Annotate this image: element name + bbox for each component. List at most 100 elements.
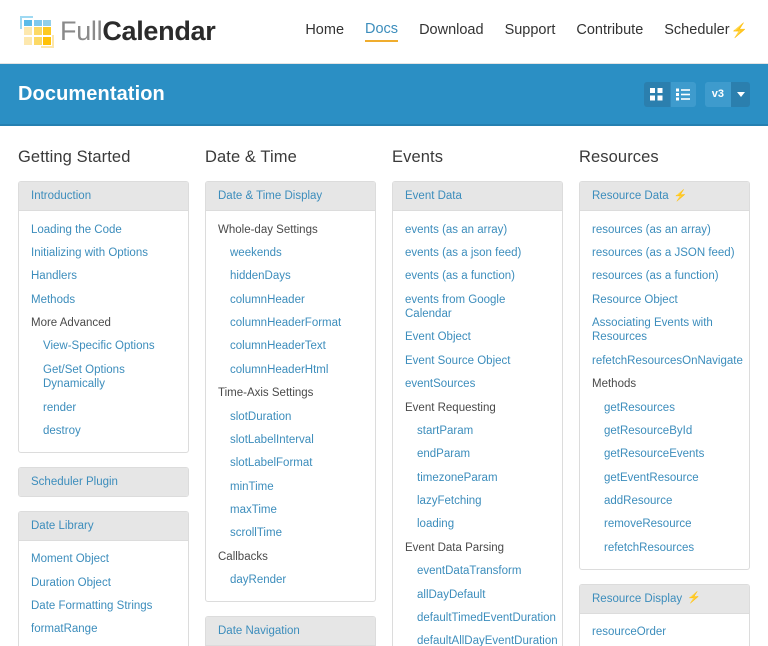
panel-item-link[interactable]: events (as an array)	[393, 218, 562, 241]
panel-item-link[interactable]: loading	[393, 513, 562, 536]
doc-panel: Scheduler Plugin	[18, 466, 189, 497]
panel-item-link[interactable]: columnHeaderHtml	[206, 358, 375, 381]
panel-body: Whole-day Settings weekends hiddenDays colu…	[206, 211, 375, 601]
panel-item-link[interactable]: Event Source Object	[393, 349, 562, 372]
panel-item-link[interactable]: Date Formatting Strings	[19, 595, 188, 618]
panel-header[interactable]: Resource Display ⚡	[580, 584, 749, 614]
lightning-bolt-icon: ⚡	[673, 189, 688, 202]
panel-item-link[interactable]: resources (as a JSON feed)	[580, 241, 749, 264]
panel-item-link[interactable]: scrollTime	[206, 522, 375, 545]
panel-item-link[interactable]: View-Specific Options	[19, 335, 188, 358]
panel-item-link[interactable]: Get/Set Options Dynamically	[19, 358, 188, 396]
panel-item-link[interactable]: refetchResourcesOnNavigate	[580, 349, 749, 372]
panel-header[interactable]: Scheduler Plugin	[19, 467, 188, 496]
doc-column: Resources Resource Data ⚡ resources (as an …	[579, 148, 750, 646]
panel-item-link[interactable]: addResource	[580, 490, 749, 513]
nav-item-contribute[interactable]: Contribute	[576, 22, 643, 41]
panel-item-link[interactable]: Moment Object	[19, 548, 188, 571]
column-heading: Date & Time	[205, 148, 297, 166]
list-view-icon[interactable]	[669, 81, 696, 107]
panel-item-link[interactable]: slotDuration	[206, 405, 375, 428]
nav-item-support[interactable]: Support	[505, 22, 556, 41]
panel-item-link[interactable]: timezoneParam	[393, 466, 562, 489]
panel-item-link[interactable]: formatRange	[19, 618, 188, 641]
panel-item-group-label: Callbacks	[218, 550, 268, 563]
panel-item-link[interactable]: getResourceById	[580, 419, 749, 442]
panel-item-link[interactable]: lazyFetching	[393, 490, 562, 513]
panel-item-link[interactable]: resources (as an array)	[580, 218, 749, 241]
brand-logo-link[interactable]: FullCalendar	[18, 15, 216, 49]
panel-item-link[interactable]: getResourceEvents	[580, 443, 749, 466]
panel-item-link[interactable]: defaultAllDayEventDuration	[393, 630, 562, 646]
panel-item-link[interactable]: columnHeader	[206, 288, 375, 311]
panel-item-link[interactable]: events (as a json feed)	[393, 241, 562, 264]
panel-item-group-label: Whole-day Settings	[218, 223, 318, 236]
primary-nav-links: Home Docs Download Support Contribute Sc…	[305, 21, 750, 42]
panel-header[interactable]: Event Data	[393, 182, 562, 211]
version-selector: v3	[704, 81, 750, 107]
panel-item-link[interactable]: Event Object	[393, 326, 562, 349]
panel-item-link[interactable]: slotLabelInterval	[206, 428, 375, 451]
panel-item-link[interactable]: columnHeaderFormat	[206, 312, 375, 335]
panel-item-link[interactable]: resourceOrder	[580, 621, 749, 644]
panel-item-group-label: Event Requesting	[405, 401, 496, 414]
logo-grid	[24, 19, 51, 45]
doc-column: Getting Started Introduction Loading the C…	[18, 148, 189, 646]
panel-header[interactable]: Resource Data ⚡	[580, 182, 749, 211]
panel-item-link[interactable]: weekends	[206, 241, 375, 264]
panel-item-link[interactable]: events from Google Calendar	[393, 288, 562, 326]
panel-item-link[interactable]: Loading the Code	[19, 218, 188, 241]
panel-item-link[interactable]: render	[19, 396, 188, 419]
lightning-bolt-icon: ⚡	[730, 22, 748, 38]
chevron-down-icon	[736, 91, 745, 97]
panel-item-link[interactable]: resources (as a function)	[580, 265, 749, 288]
page-banner: Documentation v3	[0, 64, 768, 126]
version-label-button[interactable]: v3	[704, 81, 731, 107]
view-mode-button-group	[643, 81, 696, 107]
panel-item-link[interactable]: hiddenDays	[206, 265, 375, 288]
panel-item-link[interactable]: Initializing with Options	[19, 241, 188, 264]
panel-item-link[interactable]: destroy	[19, 419, 188, 442]
grid-view-icon[interactable]	[643, 81, 670, 107]
panel-header[interactable]: Date Navigation	[206, 617, 375, 646]
nav-item-download[interactable]: Download	[419, 22, 484, 41]
panel-item-link[interactable]: allDayDefault	[393, 583, 562, 606]
panel-item-link[interactable]: Handlers	[19, 265, 188, 288]
panel-item-link[interactable]: slotLabelFormat	[206, 452, 375, 475]
brand-name-bold: Calendar	[102, 16, 216, 46]
nav-item-home[interactable]: Home	[305, 22, 344, 41]
panel-header[interactable]: Introduction	[19, 182, 188, 211]
version-dropdown-button[interactable]	[731, 81, 750, 107]
panel-title: Event Data	[405, 190, 462, 202]
panel-title: Date Library	[31, 519, 94, 532]
panel-body: resources (as an array) resources (as a J…	[580, 211, 749, 569]
panel-header[interactable]: Date Library	[19, 511, 188, 541]
panel-item-link[interactable]: getEventResource	[580, 466, 749, 489]
panel-header[interactable]: Date & Time Display	[206, 182, 375, 211]
panel-title: Date Navigation	[218, 625, 300, 637]
panel-item-link[interactable]: Duration Object	[19, 571, 188, 594]
brand-name-light: Full	[60, 16, 103, 46]
panel-item-link[interactable]: dayRender	[206, 569, 375, 592]
panel-title: Date & Time Display	[218, 190, 323, 202]
panel-item-link[interactable]: Associating Events with Resources	[580, 312, 749, 350]
panel-item-link[interactable]: defaultTimedEventDuration	[393, 606, 562, 629]
panel-item-link[interactable]: Resource Object	[580, 288, 749, 311]
panel-item-link[interactable]: removeResource	[580, 513, 749, 536]
nav-item-docs[interactable]: Docs	[365, 21, 399, 42]
nav-item-scheduler-label: Scheduler	[664, 22, 730, 38]
panel-item-link[interactable]: minTime	[206, 475, 375, 498]
panel-title: Resource Data	[592, 190, 669, 202]
panel-item-link[interactable]: events (as a function)	[393, 265, 562, 288]
panel-item-link[interactable]: columnHeaderText	[206, 335, 375, 358]
panel-item-link[interactable]: startParam	[393, 419, 562, 442]
panel-item-link[interactable]: endParam	[393, 443, 562, 466]
panel-item-link[interactable]: refetchResources	[580, 536, 749, 559]
panel-item-link[interactable]: maxTime	[206, 499, 375, 522]
fullcalendar-logo-icon	[18, 15, 56, 49]
panel-item-link[interactable]: eventDataTransform	[393, 560, 562, 583]
panel-item-link[interactable]: Methods	[19, 288, 188, 311]
nav-item-scheduler[interactable]: Scheduler ⚡	[664, 22, 748, 41]
panel-item-link[interactable]: eventSources	[393, 373, 562, 396]
panel-item-link[interactable]: getResources	[580, 396, 749, 419]
